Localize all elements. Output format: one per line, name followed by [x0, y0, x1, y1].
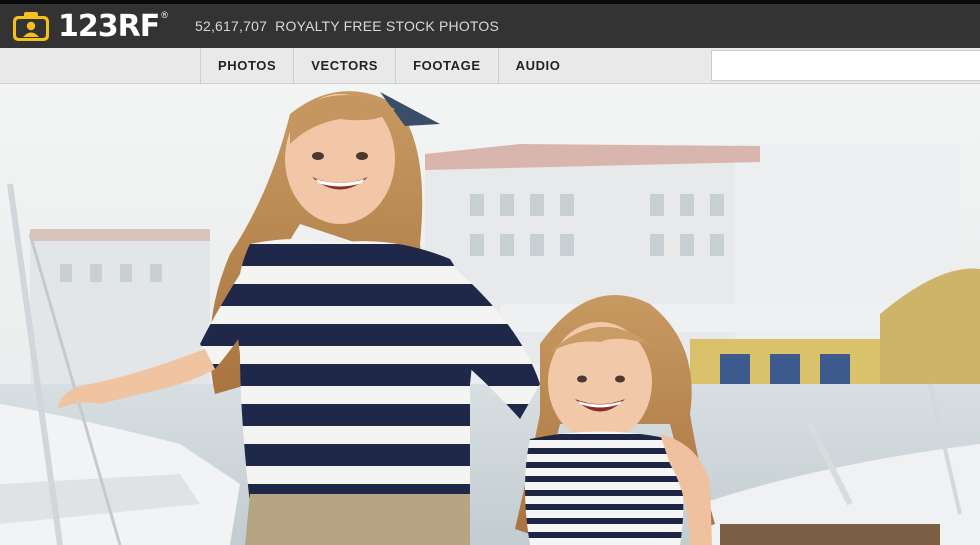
- nav-photos[interactable]: PHOTOS: [200, 48, 293, 83]
- search-input[interactable]: [711, 50, 980, 81]
- registered-mark: ®: [161, 10, 168, 20]
- category-nav: PHOTOS VECTORS FOOTAGE AUDIO: [200, 48, 577, 83]
- hero-photo: [0, 84, 980, 545]
- tagline-text: ROYALTY FREE STOCK PHOTOS: [275, 18, 500, 34]
- brand-logo[interactable]: 123RF ®: [12, 9, 168, 44]
- camera-logo-icon: [13, 12, 49, 41]
- tagline: 52,617,707 ROYALTY FREE STOCK PHOTOS: [195, 18, 499, 34]
- nav-vectors[interactable]: VECTORS: [293, 48, 395, 83]
- nav-footage[interactable]: FOOTAGE: [395, 48, 498, 83]
- top-bar: 123RF ® 52,617,707 ROYALTY FREE STOCK PH…: [0, 0, 980, 48]
- brand-name: 123RF: [58, 9, 160, 44]
- nav-audio[interactable]: AUDIO: [497, 48, 578, 83]
- hero-image: [0, 84, 980, 545]
- photo-count: 52,617,707: [195, 18, 268, 34]
